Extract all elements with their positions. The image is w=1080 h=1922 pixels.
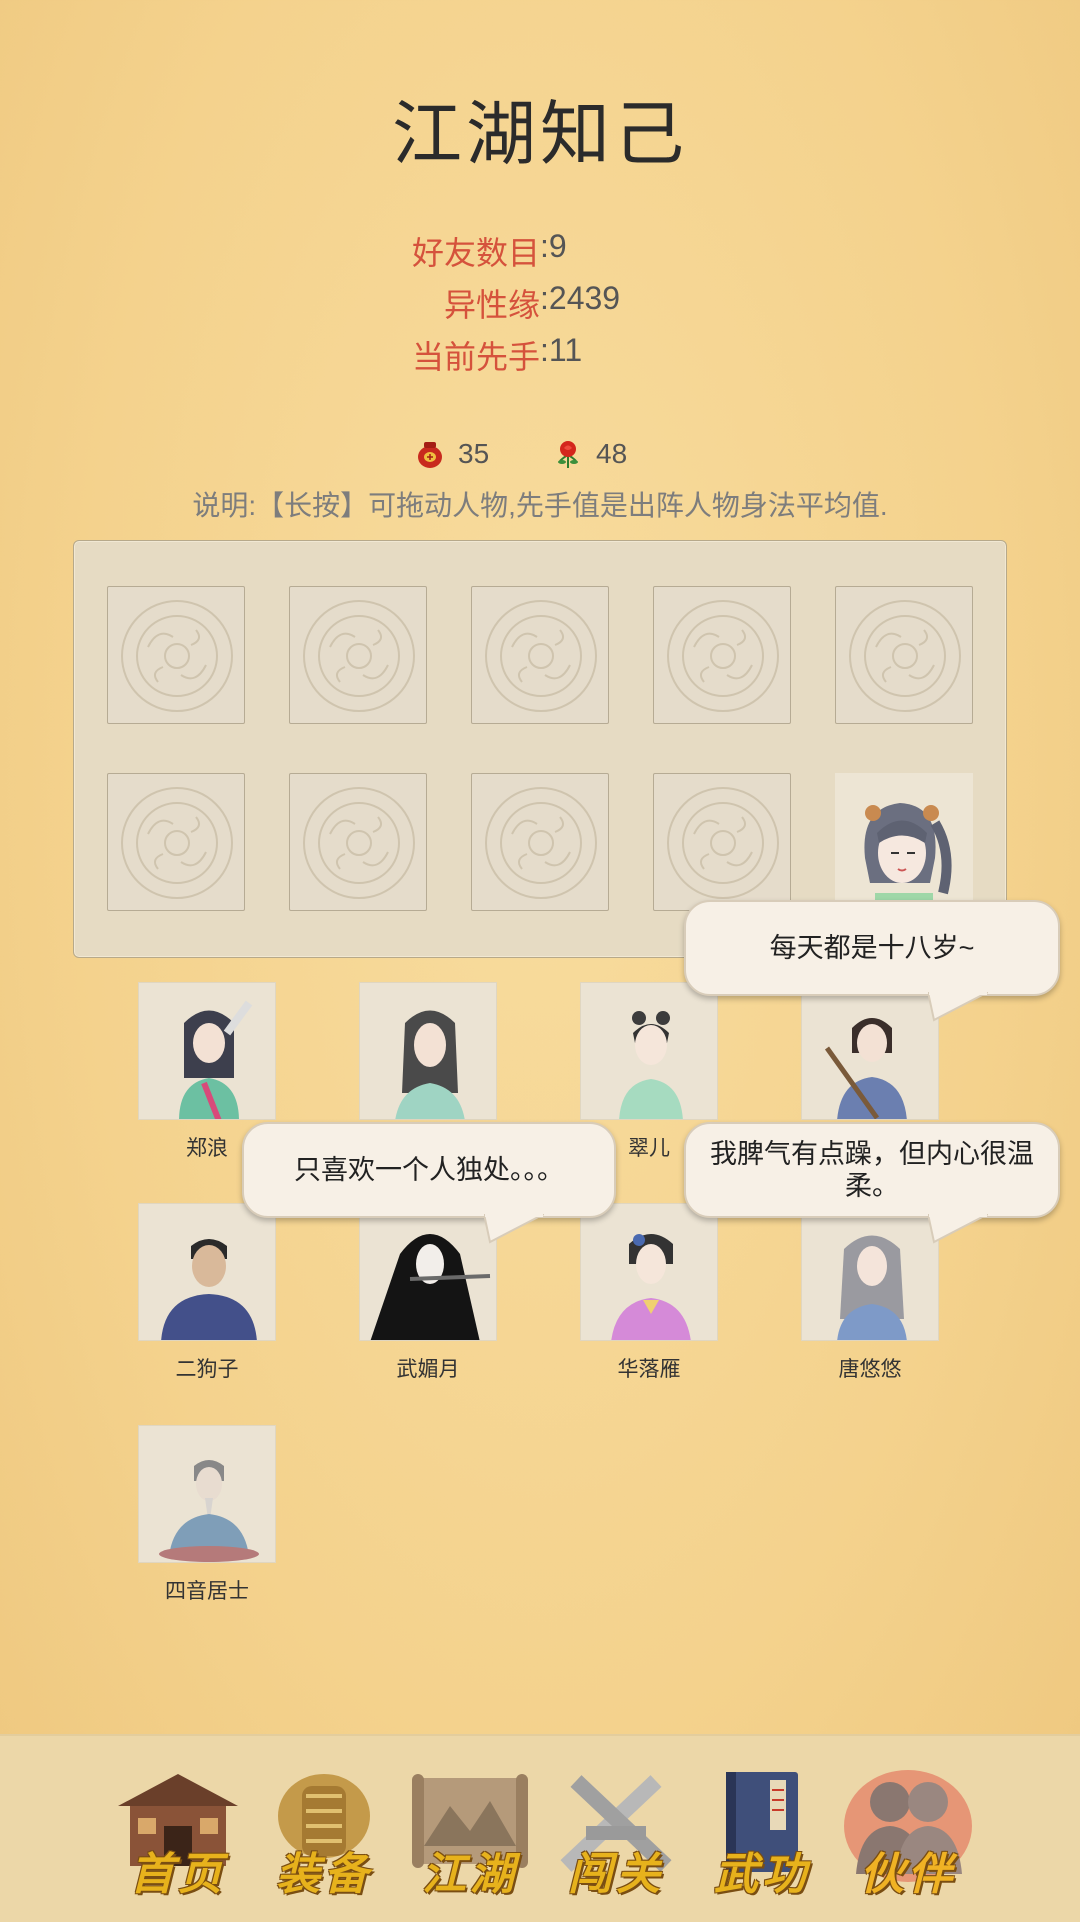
character-name: 武媚月 <box>396 1358 460 1381</box>
speech-text: 我脾气有点躁，但内心很温柔。 <box>710 1139 1034 1201</box>
nav-label: 首页 <box>130 1849 226 1900</box>
formation-slot-empty[interactable] <box>471 586 609 724</box>
lady-purple-portrait <box>611 1234 691 1340</box>
formation-slot-empty[interactable] <box>289 773 427 911</box>
nav-challenge-button[interactable]: 闯关 <box>546 1766 686 1900</box>
page-title: 江湖知己 <box>392 95 688 173</box>
peasant-portrait <box>161 1239 257 1340</box>
nav-martial-arts-button[interactable]: 武功 <box>692 1766 832 1900</box>
speech-text: 每天都是十八岁~ <box>769 933 975 963</box>
character-name: 二狗子 <box>175 1358 239 1381</box>
nav-jianghu-button[interactable]: 江湖 <box>400 1766 540 1900</box>
young-swordsman-portrait <box>824 1018 907 1119</box>
formation-slot-empty[interactable] <box>471 773 609 911</box>
stat-value: :11 <box>540 332 583 368</box>
bubble-tail <box>928 1214 988 1244</box>
stat-initiative: 当前先手 :11 <box>0 332 1080 384</box>
resource-wine: 35 <box>416 434 489 474</box>
wine-count: 35 <box>458 438 490 469</box>
nav-equipment-button[interactable]: 装备 <box>254 1766 394 1900</box>
character-card[interactable] <box>580 1203 718 1341</box>
nav-label: 江湖 <box>422 1849 518 1900</box>
bubble-tail <box>484 1214 544 1244</box>
formation-slot-girl[interactable] <box>835 773 973 911</box>
swordsman-portrait <box>179 1000 253 1119</box>
formation-slot-empty[interactable] <box>107 773 245 911</box>
girl-twin-tails-portrait <box>864 803 952 911</box>
formation-slot-empty[interactable] <box>835 586 973 724</box>
nav-partners-button[interactable]: 伙伴 <box>838 1766 978 1900</box>
rose-icon <box>558 441 578 468</box>
formation-slot-empty[interactable] <box>107 586 245 724</box>
character-card[interactable] <box>138 1203 276 1341</box>
maid-portrait <box>619 1011 683 1119</box>
nav-label: 武功 <box>714 1849 810 1900</box>
stat-label: 异性缘 <box>443 287 540 323</box>
hermit-portrait <box>159 1460 259 1562</box>
speech-bubble: 我脾气有点躁，但内心很温柔。 <box>684 1122 1060 1244</box>
formation-slot-empty[interactable] <box>653 586 791 724</box>
character-card[interactable] <box>580 982 718 1120</box>
formation-slot-empty[interactable] <box>289 586 427 724</box>
character-card[interactable] <box>138 1425 276 1563</box>
character-card[interactable] <box>359 982 497 1120</box>
formation-board[interactable] <box>73 540 1007 958</box>
lady-grey-portrait <box>837 1235 907 1340</box>
character-name: 华落雁 <box>617 1358 681 1381</box>
character-card[interactable] <box>801 1203 939 1341</box>
stat-label: 当前先手 <box>411 339 540 375</box>
stat-charm: 异性缘 :2439 <box>0 280 1080 332</box>
stat-friend-count: 好友数目 :9 <box>0 228 1080 280</box>
nav-label: 闯关 <box>568 1849 664 1900</box>
character-card[interactable] <box>138 982 276 1120</box>
flute-lady-portrait <box>370 1234 491 1340</box>
nav-label: 装备 <box>276 1849 372 1900</box>
scholar-portrait <box>395 1010 465 1119</box>
formation-slot-empty[interactable] <box>653 773 791 911</box>
character-card[interactable] <box>359 1203 497 1341</box>
wine-jar-icon <box>418 442 442 468</box>
speech-bubble: 每天都是十八岁~ <box>684 900 1060 1022</box>
character-name: 四音居士 <box>165 1580 249 1603</box>
instruction-note: 说明:【长按】可拖动人物,先手值是出阵人物身法平均值. <box>192 490 888 521</box>
resource-rose: 48 <box>554 434 627 474</box>
speech-bubble: 只喜欢一个人独处。。。 <box>242 1122 616 1244</box>
bottom-nav: 首页 装备 江湖 闯关 武功 伙伴 <box>0 1734 1080 1922</box>
stat-value: :9 <box>540 228 567 264</box>
nav-home-button[interactable]: 首页 <box>108 1766 248 1900</box>
character-name: 唐悠悠 <box>838 1358 902 1381</box>
nav-label: 伙伴 <box>860 1849 956 1900</box>
stat-value: :2439 <box>540 280 621 316</box>
bubble-tail <box>928 992 988 1022</box>
speech-text: 只喜欢一个人独处。。。 <box>294 1155 564 1185</box>
character-card[interactable] <box>801 982 939 1120</box>
rose-count: 48 <box>596 438 628 469</box>
stat-label: 好友数目 <box>411 235 540 271</box>
